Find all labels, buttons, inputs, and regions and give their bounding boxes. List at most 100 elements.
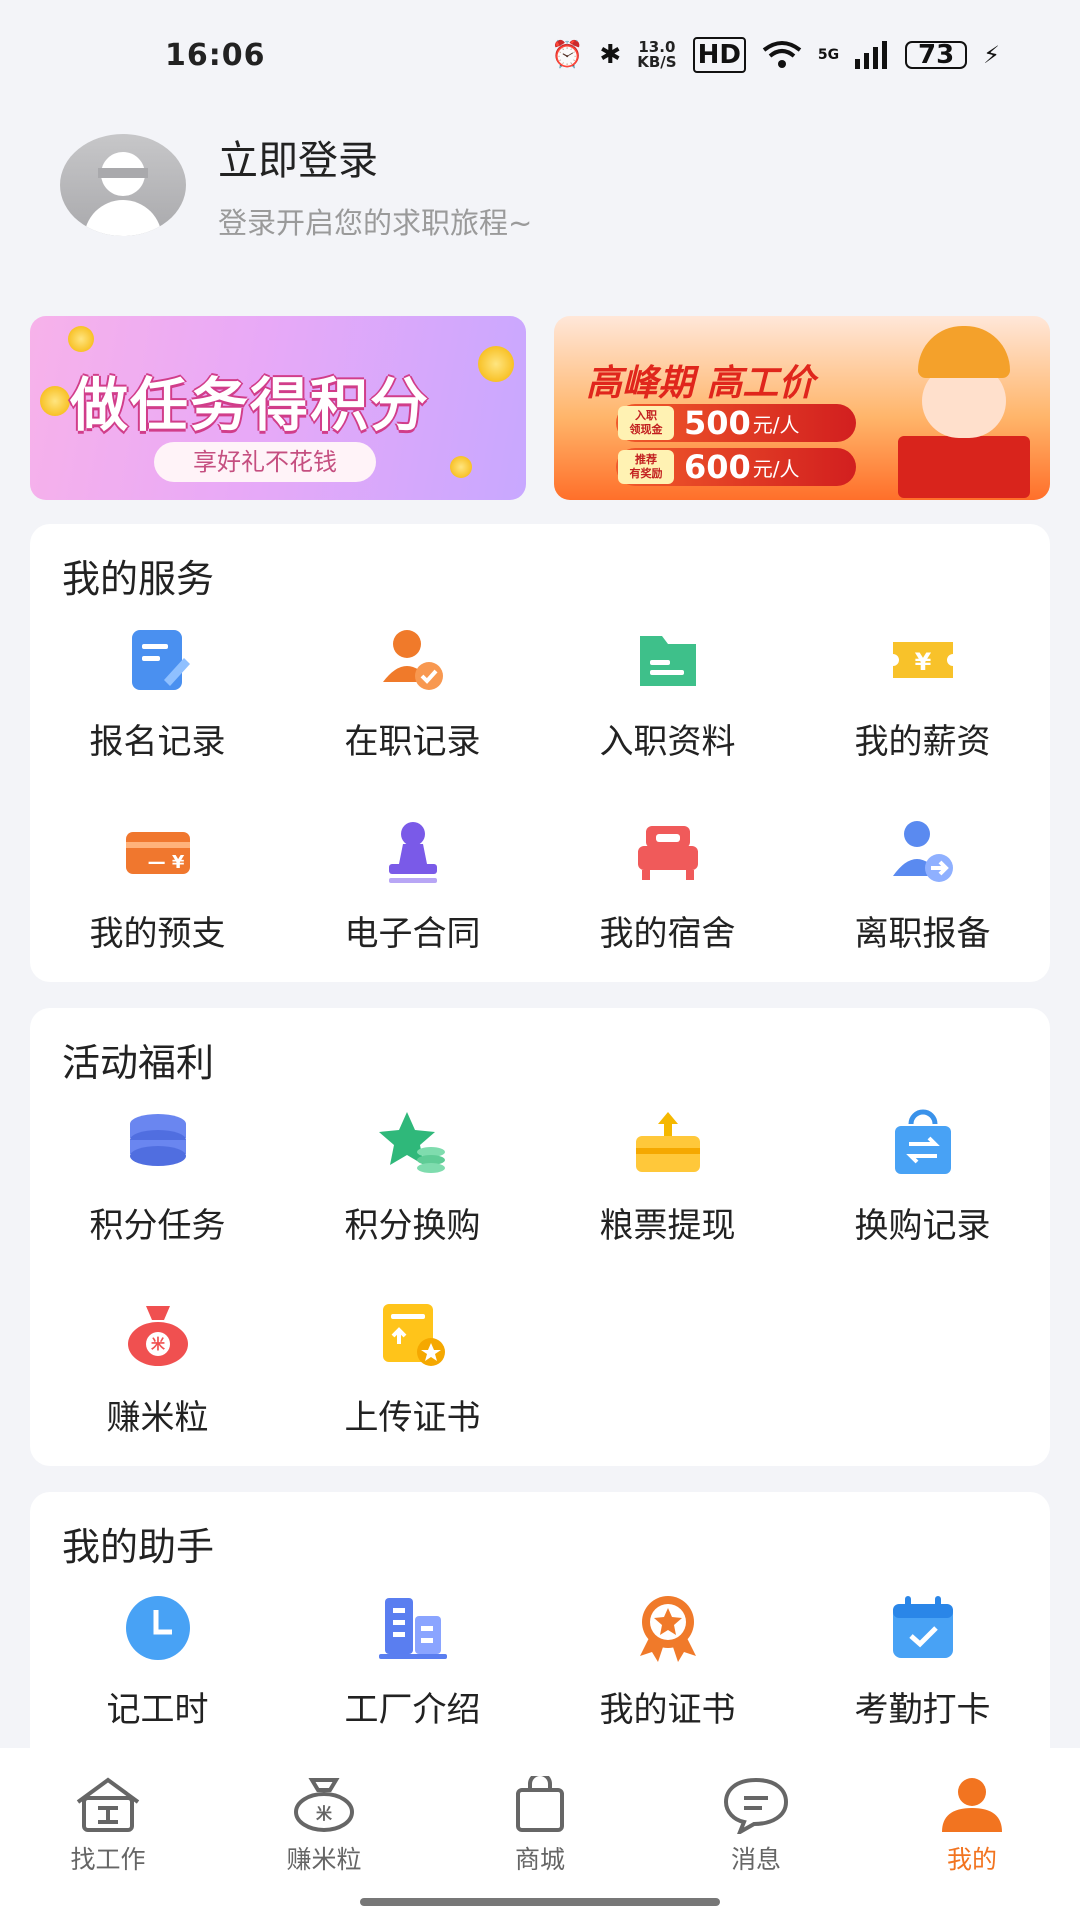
login-profile[interactable]: 立即登录 登录开启您的求职旅程~ — [60, 128, 532, 242]
welfare-label: 赚米粒 — [106, 1398, 209, 1438]
reward-amount: 500 — [684, 404, 751, 442]
hd-badge: HD — [692, 37, 746, 73]
welfare-item-exchange-record[interactable]: 换购记录 — [795, 1108, 1050, 1268]
service-label: 入职资料 — [599, 722, 736, 762]
signal-icon — [855, 41, 888, 69]
award-badge-icon — [640, 1596, 696, 1662]
salary-ticket-icon: ¥ — [893, 642, 953, 678]
wifi-icon — [762, 41, 802, 68]
shopping-bag-icon — [516, 1776, 564, 1832]
tab-find-job[interactable]: 找工作 — [0, 1776, 216, 1876]
banner-left-title: 做任务得积分 — [70, 371, 431, 439]
welfare-label: 积分换购 — [344, 1206, 481, 1246]
service-label: 报名记录 — [89, 722, 226, 762]
tab-mall[interactable]: 商城 — [432, 1776, 648, 1876]
status-bar: 16:06 ⏰ ✱ 13.0 KB/S HD 5G 73 ⚡ — [0, 0, 1080, 110]
resignation-icon — [893, 821, 953, 882]
tab-messages[interactable]: 消息 — [648, 1776, 864, 1876]
exchange-bag-icon — [895, 1109, 951, 1174]
e-contract-stamp-icon — [389, 822, 437, 883]
onboarding-folder-icon — [640, 636, 696, 686]
login-title[interactable]: 立即登录 — [218, 128, 532, 186]
assistant-card: 我的助手 记工时 工厂介绍 我的证书 考勤打卡 — [30, 1492, 1050, 1792]
home-indicator[interactable] — [360, 1898, 720, 1906]
charging-icon: ⚡ — [983, 41, 1000, 69]
user-profile-icon — [942, 1778, 1002, 1832]
net-speed-unit: KB/S — [637, 53, 677, 71]
service-item-employment-record[interactable]: 在职记录 — [285, 624, 540, 784]
services-title: 我的服务 — [62, 557, 215, 601]
welfare-label: 上传证书 — [344, 1398, 481, 1438]
rice-bag-tab-icon: 米 — [294, 1778, 354, 1832]
net-speed: 13.0 KB/S — [637, 40, 676, 70]
reward-unit: 元/人 — [752, 412, 800, 437]
reward-tag-bottom: 领现金 — [629, 423, 663, 436]
welfare-item-upload-certificate[interactable]: 上传证书 — [285, 1300, 540, 1460]
welfare-item-withdraw[interactable]: 粮票提现 — [540, 1108, 795, 1268]
assistant-item-work-hours[interactable]: 记工时 — [30, 1592, 285, 1752]
banner-right-title: 高峰期 高工价 — [586, 363, 815, 404]
assistant-label: 记工时 — [106, 1690, 209, 1730]
service-label: 电子合同 — [344, 914, 481, 954]
certificate-upload-icon — [383, 1304, 445, 1366]
service-item-dorm[interactable]: 我的宿舍 — [540, 816, 795, 976]
mascot-illustration — [898, 326, 1030, 498]
welfare-label: 换购记录 — [854, 1206, 991, 1246]
service-item-e-contract[interactable]: 电子合同 — [285, 816, 540, 976]
reward-tag-top: 入职 — [635, 409, 657, 422]
welfare-label: 粮票提现 — [599, 1206, 736, 1246]
assistant-label: 考勤打卡 — [854, 1690, 991, 1730]
tab-label: 赚米粒 — [286, 1845, 362, 1874]
assistant-item-attendance[interactable]: 考勤打卡 — [795, 1592, 1050, 1752]
message-bubble-icon — [723, 1777, 789, 1834]
svg-text:米: 米 — [151, 1336, 166, 1353]
service-item-advance[interactable]: — ¥ 我的预支 — [30, 816, 285, 976]
star-coins-icon — [379, 1112, 445, 1173]
withdraw-box-icon — [636, 1112, 700, 1172]
tab-earn-rice[interactable]: 米 赚米粒 — [216, 1776, 432, 1876]
rice-bag-icon: 米 — [128, 1306, 188, 1366]
status-time: 16:06 — [165, 37, 266, 73]
service-item-resignation[interactable]: 离职报备 — [795, 816, 1050, 976]
tab-mine[interactable]: 我的 — [864, 1776, 1080, 1876]
dorm-bed-icon — [638, 826, 698, 880]
services-card: 我的服务 报名记录 在职记录 入职资料 ¥ 我的薪资 — ¥ 我的预支 电子合同… — [30, 524, 1050, 982]
login-subtitle: 登录开启您的求职旅程~ — [218, 206, 533, 240]
welfare-label: 积分任务 — [89, 1206, 226, 1246]
service-label: 我的薪资 — [854, 722, 991, 762]
factory-building-icon — [379, 1598, 447, 1659]
points-task-banner[interactable]: 做任务得积分 享好礼不花钱 — [30, 316, 526, 500]
service-label: 我的预支 — [89, 914, 226, 954]
reward-tag-top: 推荐 — [635, 453, 657, 466]
clock-icon — [126, 1596, 190, 1660]
welfare-item-points-exchange[interactable]: 积分换购 — [285, 1108, 540, 1268]
employment-record-icon — [383, 630, 443, 690]
welfare-title: 活动福利 — [62, 1041, 215, 1085]
banner-reward-row: 推荐 有奖励 600 元/人 — [616, 448, 856, 486]
assistant-item-my-certificates[interactable]: 我的证书 — [540, 1592, 795, 1752]
bottom-tab-bar: 找工作 米 赚米粒 商城 消息 我的 — [0, 1748, 1080, 1920]
tab-label: 找工作 — [70, 1845, 146, 1874]
welfare-card: 活动福利 积分任务 积分换购 粮票提现 换购记录 米 赚米粒 上传证书 — [30, 1008, 1050, 1466]
peak-wage-banner[interactable]: 高峰期 高工价 入职 领现金 500 元/人 推荐 有奖励 600 元/人 — [554, 316, 1050, 500]
calendar-check-icon — [893, 1596, 953, 1658]
avatar[interactable] — [60, 134, 186, 236]
find-job-icon — [76, 1777, 140, 1832]
service-item-signup-record[interactable]: 报名记录 — [30, 624, 285, 784]
reward-amount: 600 — [684, 448, 751, 486]
assistant-title: 我的助手 — [62, 1525, 215, 1569]
alarm-icon: ⏰ — [551, 40, 584, 70]
assistant-item-factory-intro[interactable]: 工厂介绍 — [285, 1592, 540, 1752]
welfare-item-points-task[interactable]: 积分任务 — [30, 1108, 285, 1268]
status-icons: ⏰ ✱ 13.0 KB/S HD 5G 73 ⚡ — [551, 37, 1000, 73]
network-type: 5G — [817, 47, 840, 63]
welfare-item-earn-rice[interactable]: 米 赚米粒 — [30, 1300, 285, 1460]
service-item-salary[interactable]: ¥ 我的薪资 — [795, 624, 1050, 784]
service-label: 我的宿舍 — [599, 914, 736, 954]
tab-label: 消息 — [730, 1845, 781, 1874]
reward-tag-bottom: 有奖励 — [629, 467, 663, 480]
banner-reward-row: 入职 领现金 500 元/人 — [616, 404, 856, 442]
service-item-onboarding-docs[interactable]: 入职资料 — [540, 624, 795, 784]
tab-label: 我的 — [946, 1845, 997, 1874]
banner-row: 做任务得积分 享好礼不花钱 高峰期 高工价 入职 领现金 500 元/人 推荐 … — [30, 316, 1050, 500]
